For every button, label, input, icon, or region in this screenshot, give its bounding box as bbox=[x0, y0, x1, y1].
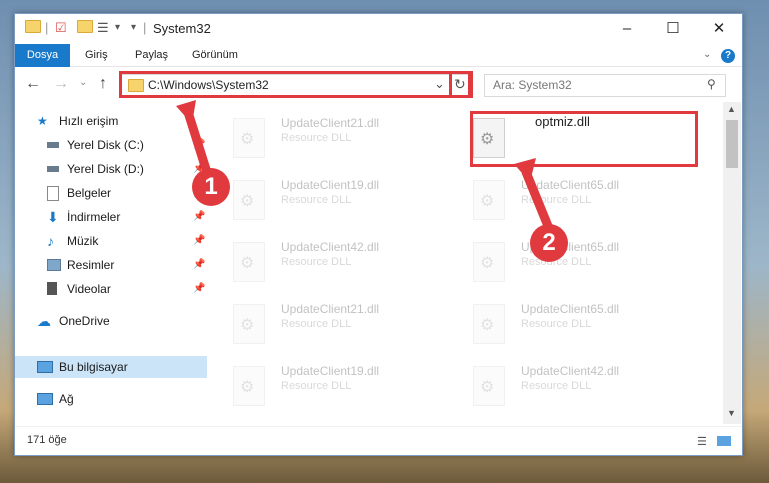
step-badge-2: 2 bbox=[530, 224, 568, 262]
annotation-arrows bbox=[176, 100, 553, 231]
step-badge-1: 1 bbox=[192, 168, 230, 206]
